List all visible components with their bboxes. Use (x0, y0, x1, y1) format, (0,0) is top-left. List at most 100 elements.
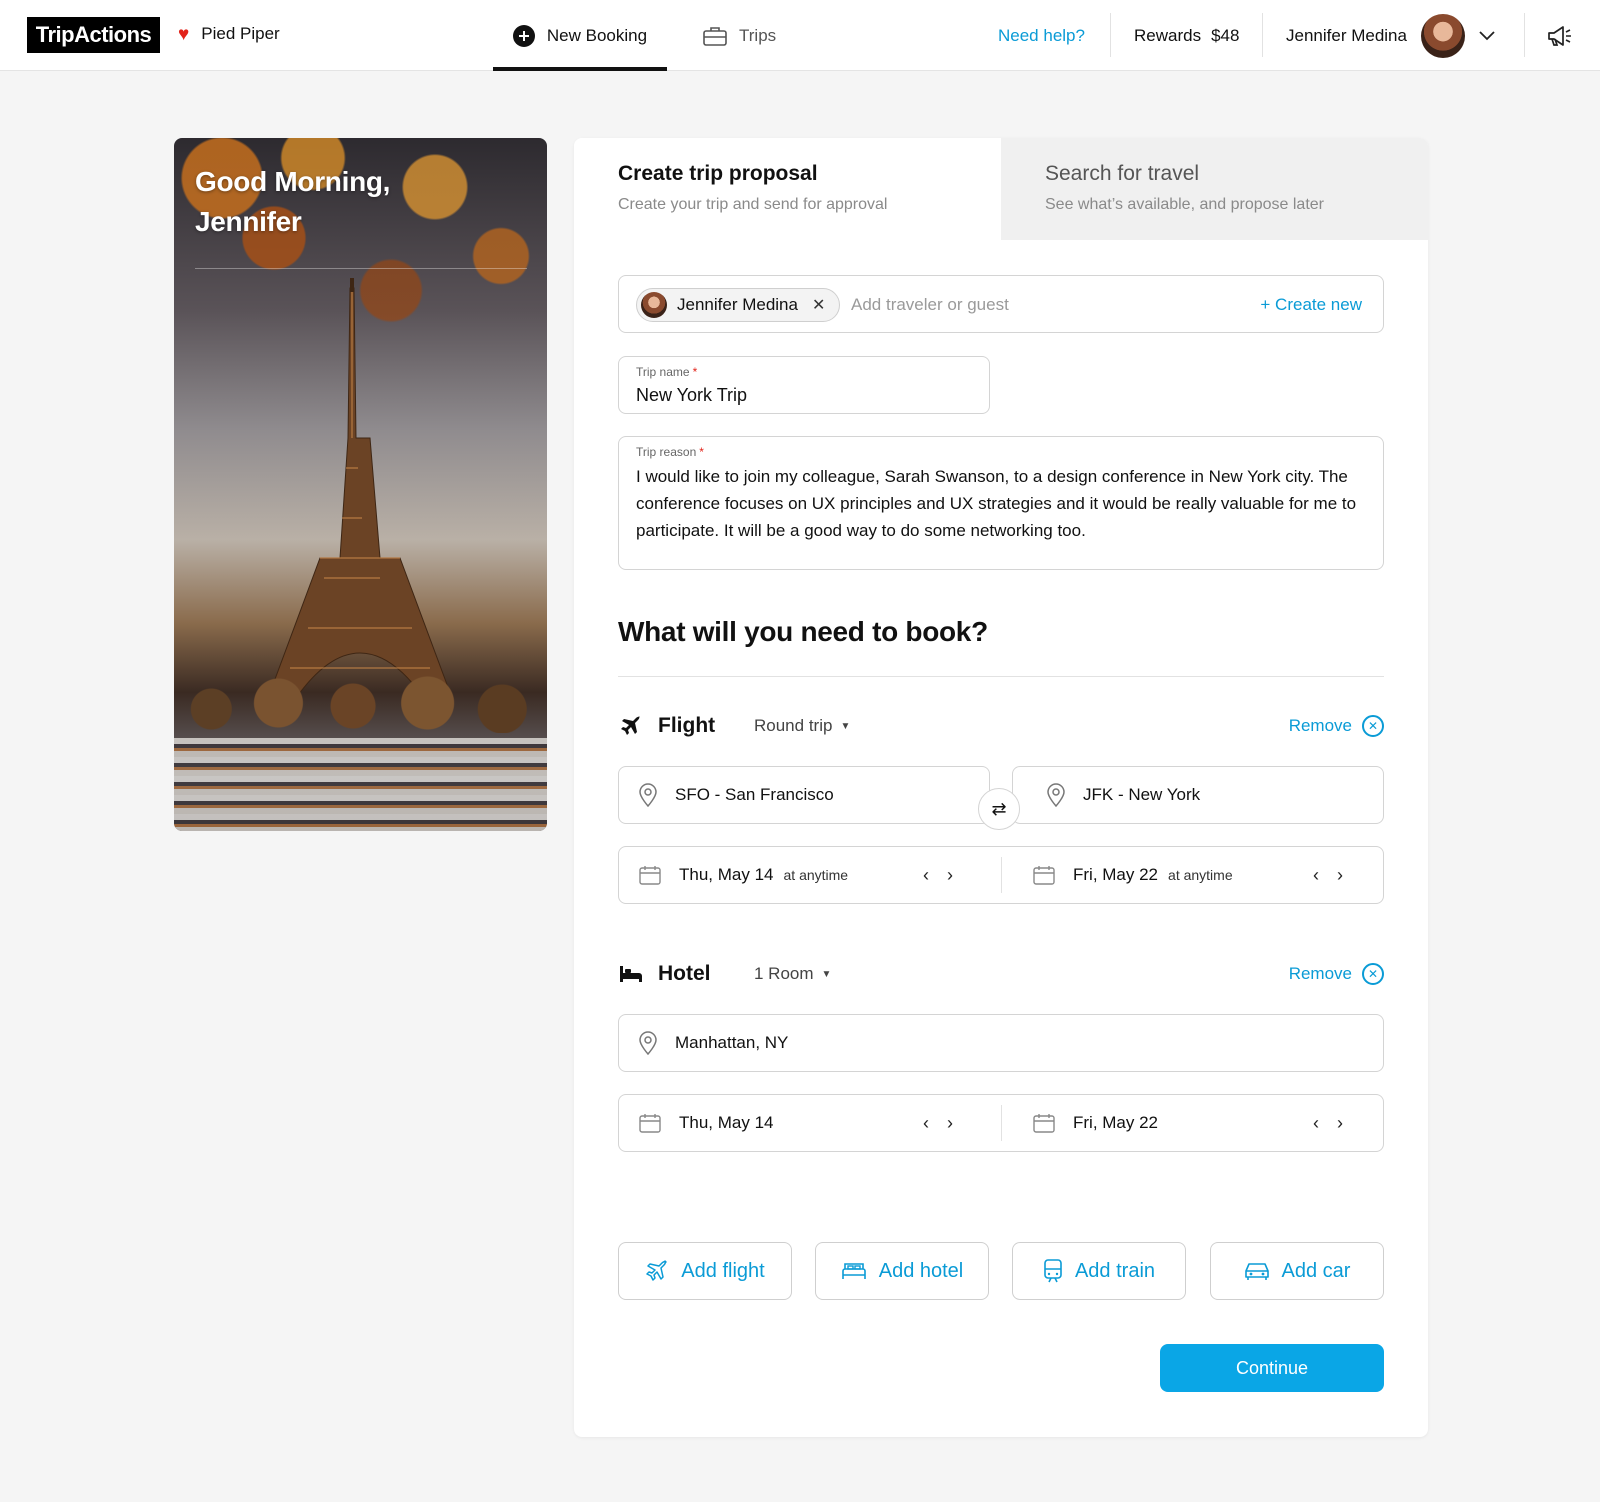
rewards-value: $48 (1211, 25, 1240, 45)
hotel-location-value: Manhattan, NY (675, 1033, 789, 1052)
chevron-right-icon[interactable]: › (1337, 1113, 1343, 1134)
date-stepper: ‹ › (923, 865, 953, 886)
caret-down-icon: ▼ (821, 968, 832, 980)
swap-arrows-icon: ⇄ (991, 798, 1007, 819)
date-stepper: ‹ › (1313, 865, 1343, 886)
location-pin-icon (639, 1031, 657, 1055)
location-pin-icon (639, 783, 657, 807)
hotel-location-field[interactable]: Manhattan, NY (618, 1014, 1384, 1072)
rooms-value: 1 Room (754, 964, 814, 983)
remove-label: Remove (1288, 716, 1352, 735)
tab-trips[interactable]: Trips (703, 0, 776, 71)
megaphone-icon (1548, 25, 1571, 46)
announcements-button[interactable] (1546, 0, 1572, 71)
return-date-value: Fri, May 22 (1073, 865, 1159, 884)
tab-search-for-travel[interactable]: Search for travel See what’s available, … (1001, 138, 1428, 240)
swap-locations-button[interactable]: ⇄ (978, 788, 1020, 830)
greeting-hero-image: Good Morning, Jennifer (174, 138, 547, 831)
add-hotel-button[interactable]: Add hotel (815, 1242, 989, 1300)
riverboats-decoration (174, 738, 547, 831)
chevron-left-icon[interactable]: ‹ (1313, 865, 1319, 886)
tab-create-trip-proposal[interactable]: Create trip proposal Create your trip an… (574, 138, 1001, 240)
top-bar: TripActions ♥ Pied Piper New Booking Tri… (0, 0, 1600, 71)
trip-type-value: Round trip (754, 716, 833, 735)
tab-trips-label: Trips (739, 25, 777, 45)
remove-hotel-button[interactable]: Remove ✕ (1289, 963, 1384, 985)
chevron-right-icon[interactable]: › (947, 865, 953, 886)
calendar-icon (1033, 866, 1055, 885)
rewards-label: Rewards (1134, 25, 1202, 45)
return-date-field[interactable]: Fri, May 22 at anytime ‹ › (1013, 847, 1385, 903)
user-menu[interactable]: Jennifer Medina (1286, 0, 1495, 71)
divider (1001, 857, 1002, 893)
calendar-icon (1033, 1114, 1055, 1133)
chevron-down-icon (1479, 30, 1495, 40)
avatar (1420, 13, 1465, 58)
chevron-left-icon[interactable]: ‹ (1313, 1113, 1319, 1134)
traveler-chip[interactable]: Jennifer Medina ✕ (636, 288, 841, 322)
return-time-value: at anytime (1168, 867, 1233, 883)
origin-value: SFO - San Francisco (675, 785, 834, 804)
divider (1001, 1105, 1002, 1141)
checkin-date-field[interactable]: Thu, May 14 ‹ › (619, 1095, 1001, 1151)
chevron-left-icon[interactable]: ‹ (923, 865, 929, 886)
rewards-link[interactable]: Rewards $48 (1134, 0, 1239, 71)
tripactions-logo[interactable]: TripActions (27, 17, 160, 53)
add-hotel-label: Add hotel (878, 1259, 964, 1282)
trip-name-field[interactable]: Trip name * New York Trip (618, 356, 990, 414)
car-icon (1244, 1263, 1269, 1280)
close-icon[interactable]: ✕ (812, 295, 825, 315)
plus-circle-icon (512, 24, 535, 47)
company-name: ♥ Pied Piper (178, 24, 280, 44)
trip-reason-value: I would like to join my colleague, Sarah… (636, 467, 1357, 540)
divider (618, 676, 1384, 677)
date-stepper: ‹ › (1313, 1113, 1343, 1134)
traveler-input[interactable]: Jennifer Medina ✕ Add traveler or guest … (618, 275, 1384, 333)
add-car-button[interactable]: Add car (1210, 1242, 1384, 1300)
rooms-dropdown[interactable]: 1 Room ▼ (754, 964, 831, 984)
depart-date-field[interactable]: Thu, May 14 at anytime ‹ › (619, 847, 1001, 903)
section-title: What will you need to book? (618, 616, 988, 647)
add-train-button[interactable]: Add train (1012, 1242, 1186, 1300)
location-pin-icon (1047, 783, 1065, 807)
hotel-section-header: Hotel 1 Room ▼ Remove ✕ (618, 959, 1384, 989)
destination-value: JFK - New York (1083, 785, 1201, 804)
heart-icon: ♥ (178, 23, 190, 45)
caret-down-icon: ▼ (840, 720, 851, 732)
origin-field[interactable]: SFO - San Francisco (618, 766, 990, 824)
checkout-date-value: Fri, May 22 (1073, 1113, 1159, 1132)
trip-type-dropdown[interactable]: Round trip ▼ (754, 716, 850, 736)
hotel-title: Hotel (658, 962, 711, 985)
hotel-dates-field: Thu, May 14 ‹ › Fri, May 22 ‹ › (618, 1094, 1384, 1152)
divider (1524, 13, 1525, 57)
depart-date-value: Thu, May 14 (679, 865, 774, 884)
train-icon (1044, 1259, 1062, 1283)
add-flight-button[interactable]: Add flight (618, 1242, 792, 1300)
add-car-label: Add car (1281, 1259, 1351, 1282)
add-flight-label: Add flight (681, 1259, 765, 1282)
greeting-line-2: Jennifer (195, 206, 302, 237)
create-new-traveler-link[interactable]: + Create new (1260, 295, 1362, 315)
destination-field[interactable]: JFK - New York (1012, 766, 1384, 824)
close-circle-icon: ✕ (1362, 963, 1384, 985)
chevron-right-icon[interactable]: › (1337, 865, 1343, 886)
traveler-chip-label: Jennifer Medina (677, 295, 798, 314)
continue-button[interactable]: Continue (1160, 1344, 1384, 1392)
chevron-left-icon[interactable]: ‹ (923, 1113, 929, 1134)
chevron-right-icon[interactable]: › (947, 1113, 953, 1134)
remove-flight-button[interactable]: Remove ✕ (1289, 715, 1384, 737)
need-help-link[interactable]: Need help? (998, 0, 1085, 71)
checkout-date-field[interactable]: Fri, May 22 ‹ › (1013, 1095, 1385, 1151)
tab-subtitle: See what’s available, and propose later (1045, 196, 1324, 213)
trip-reason-label: Trip reason * (636, 445, 704, 459)
trip-reason-field[interactable]: Trip reason * I would like to join my col… (618, 436, 1384, 570)
tab-title: Search for travel (1045, 162, 1200, 185)
trip-name-label: Trip name * (636, 365, 698, 379)
trees-decoration (174, 673, 547, 733)
greeting-line-1: Good Morning, (195, 166, 391, 197)
tab-new-booking[interactable]: New Booking (493, 0, 667, 71)
tab-title: Create trip proposal (618, 162, 818, 185)
calendar-icon (639, 1114, 661, 1133)
divider (1262, 13, 1263, 57)
flight-section-header: Flight Round trip ▼ Remove ✕ (618, 711, 1384, 741)
